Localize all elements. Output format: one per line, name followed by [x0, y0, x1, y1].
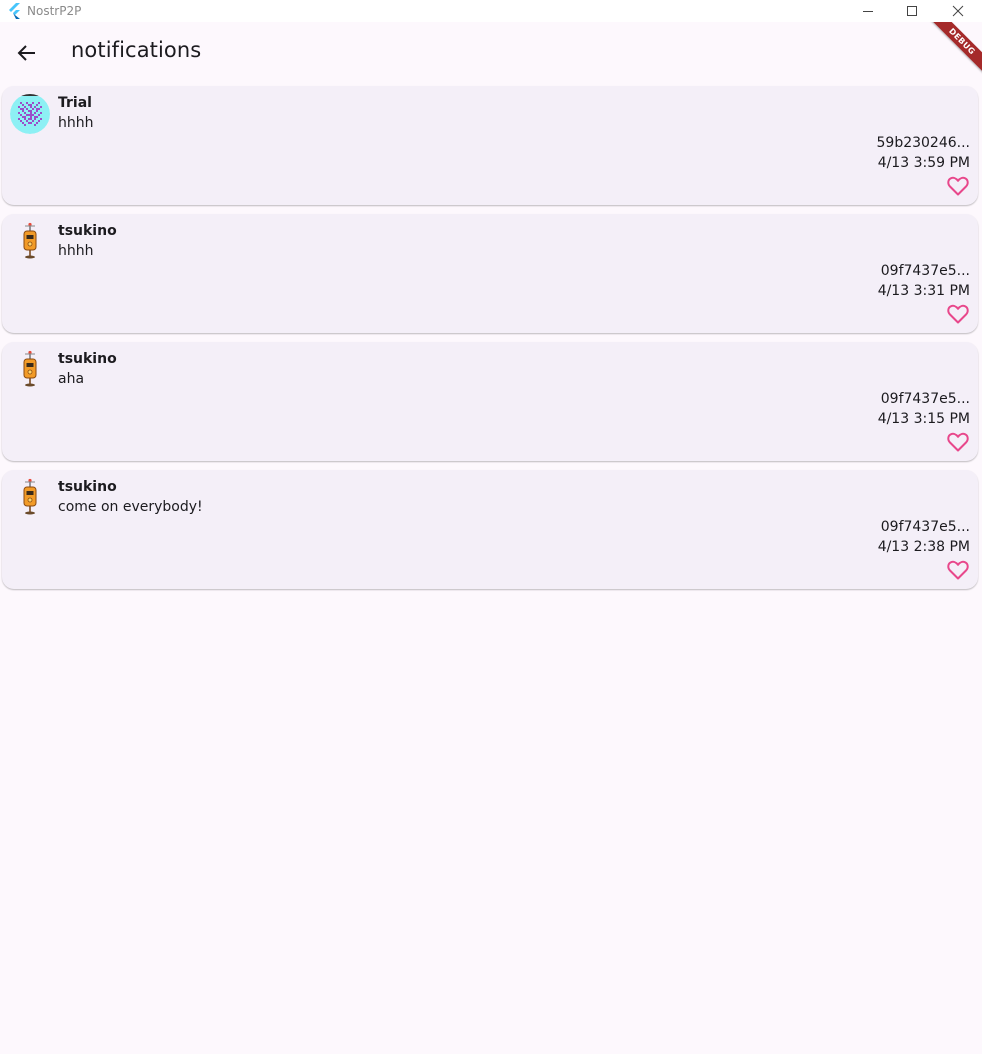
- author-name: tsukino: [58, 351, 117, 367]
- close-button[interactable]: [935, 0, 981, 22]
- author-name: Trial: [58, 95, 92, 111]
- like-button[interactable]: [946, 431, 970, 453]
- app-bar: notifications: [0, 22, 982, 86]
- arrow-back-icon: [17, 45, 35, 61]
- heart-outline-icon: [947, 176, 969, 196]
- author-name: tsukino: [58, 223, 117, 239]
- back-button[interactable]: [10, 36, 44, 70]
- author-name: tsukino: [58, 479, 117, 495]
- notification-card[interactable]: tsukino hhhh 09f7437e5... 4/13 3:31 PM: [2, 214, 978, 333]
- maximize-icon: [907, 6, 917, 16]
- notification-card[interactable]: tsukino come on everybody! 09f7437e5... …: [2, 470, 978, 589]
- notification-list: Trial hhhh 59b230246... 4/13 3:59 PM tsu…: [2, 86, 978, 598]
- close-icon: [952, 5, 964, 17]
- pubkey: 09f7437e5...: [880, 391, 970, 407]
- maximize-button[interactable]: [889, 0, 935, 22]
- like-button[interactable]: [946, 303, 970, 325]
- timestamp: 4/13 2:38 PM: [877, 539, 970, 555]
- window-title: NostrP2P: [27, 4, 82, 18]
- pubkey: 09f7437e5...: [880, 263, 970, 279]
- robot-avatar[interactable]: [10, 222, 50, 262]
- pubkey: 59b230246...: [876, 135, 971, 151]
- page-title: notifications: [71, 38, 202, 62]
- pubkey: 09f7437e5...: [880, 519, 970, 535]
- timestamp: 4/13 3:59 PM: [877, 155, 970, 171]
- heart-outline-icon: [947, 560, 969, 580]
- notification-card[interactable]: tsukino aha 09f7437e5... 4/13 3:15 PM: [2, 342, 978, 461]
- identicon-avatar[interactable]: [10, 94, 50, 134]
- like-button[interactable]: [946, 175, 970, 197]
- like-button[interactable]: [946, 559, 970, 581]
- window-titlebar: NostrP2P: [0, 0, 982, 22]
- notification-card[interactable]: Trial hhhh 59b230246... 4/13 3:59 PM: [2, 86, 978, 205]
- flutter-logo-icon: [9, 3, 20, 19]
- note-content: aha: [58, 371, 85, 387]
- heart-outline-icon: [947, 432, 969, 452]
- robot-avatar[interactable]: [10, 478, 50, 518]
- robot-avatar[interactable]: [10, 350, 50, 390]
- timestamp: 4/13 3:31 PM: [877, 283, 970, 299]
- note-content: come on everybody!: [58, 499, 203, 515]
- timestamp: 4/13 3:15 PM: [877, 411, 970, 427]
- note-content: hhhh: [58, 243, 94, 259]
- minimize-icon: [863, 11, 873, 12]
- minimize-button[interactable]: [845, 0, 891, 22]
- note-content: hhhh: [58, 115, 94, 131]
- heart-outline-icon: [947, 304, 969, 324]
